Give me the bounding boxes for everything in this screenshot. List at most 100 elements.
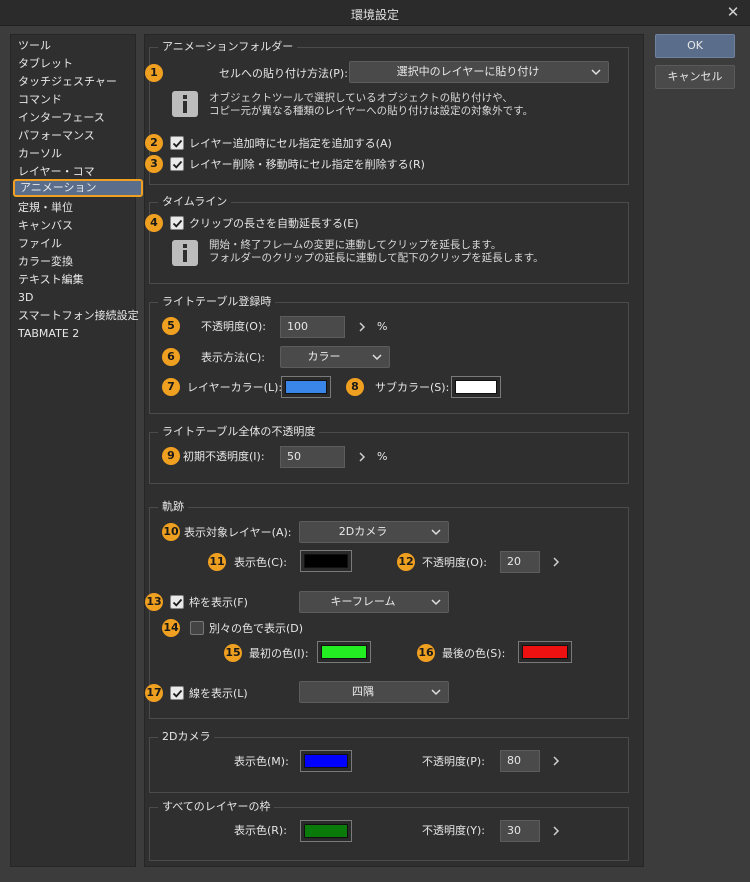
- sidebar-item-color-conversion[interactable]: カラー変換: [11, 253, 135, 271]
- trajectory-opacity-input[interactable]: 20: [500, 551, 540, 573]
- sidebar-item-text-edit[interactable]: テキスト編集: [11, 271, 135, 289]
- all-frame-color-label: 表示色(R):: [234, 824, 287, 837]
- initial-opacity-input[interactable]: 50: [280, 446, 345, 468]
- layer-color-swatch[interactable]: [281, 376, 331, 398]
- badge-1: 1: [145, 64, 163, 82]
- auto-extend-checkbox[interactable]: [170, 216, 184, 230]
- sidebar-item-tablet[interactable]: タブレット: [11, 55, 135, 73]
- target-layer-select[interactable]: 2Dカメラ: [299, 521, 449, 543]
- group-title-2d-camera: 2Dカメラ: [158, 730, 215, 744]
- separate-color-checkbox[interactable]: [190, 621, 204, 635]
- settings-panel: アニメーションフォルダー 1 セルへの貼り付け方法(P): 選択中のレイヤーに貼…: [144, 34, 644, 867]
- timeline-info-line2: フォルダーのクリップの延長に連動して配下のクリップを延長します。: [209, 252, 544, 264]
- category-list: ツール タブレット タッチジェスチャー コマンド インターフェース パフォーマン…: [10, 34, 143, 867]
- display-method-label: 表示方法(C):: [201, 351, 265, 364]
- sidebar-item-cursor[interactable]: カーソル: [11, 145, 135, 163]
- check-icon: [172, 598, 183, 607]
- first-color-fill: [321, 645, 367, 659]
- group-title-light-table: ライトテーブル登録時: [158, 295, 276, 309]
- sidebar-item-performance[interactable]: パフォーマンス: [11, 127, 135, 145]
- all-frame-color-fill: [304, 824, 348, 838]
- close-icon[interactable]: ✕: [724, 3, 742, 21]
- chevron-down-icon: [591, 69, 601, 76]
- badge-17: 17: [145, 684, 163, 702]
- last-color-fill: [522, 645, 568, 659]
- chevron-right-icon[interactable]: [357, 451, 367, 463]
- first-color-swatch[interactable]: [317, 641, 371, 663]
- group-title-light-table-all: ライトテーブル全体の不透明度: [158, 425, 320, 439]
- chevron-right-icon[interactable]: [357, 321, 367, 333]
- badge-12: 12: [397, 553, 415, 571]
- sidebar-item-touch-gesture[interactable]: タッチジェスチャー: [11, 73, 135, 91]
- chevron-down-icon: [431, 529, 441, 536]
- chevron-down-icon: [431, 689, 441, 696]
- chevron-down-icon: [431, 599, 441, 606]
- camera-color-swatch[interactable]: [300, 750, 352, 772]
- add-cell-checkbox[interactable]: [170, 136, 184, 150]
- initial-opacity-unit: %: [377, 450, 388, 463]
- camera-opacity-input[interactable]: 80: [500, 750, 540, 772]
- badge-5: 5: [162, 317, 180, 335]
- check-icon: [172, 219, 183, 228]
- info-text-line1: オブジェクトツールで選択しているオブジェクトの貼り付けや、: [209, 92, 513, 104]
- sidebar-item-command[interactable]: コマンド: [11, 91, 135, 109]
- chevron-right-icon[interactable]: [551, 825, 561, 837]
- check-icon: [172, 689, 183, 698]
- opacity-input[interactable]: 100: [280, 316, 345, 338]
- chevron-right-icon[interactable]: [551, 755, 561, 767]
- target-layer-label: 表示対象レイヤー(A):: [184, 526, 292, 539]
- badge-16: 16: [417, 644, 435, 662]
- opacity-label: 不透明度(O):: [201, 320, 266, 333]
- sidebar-item-canvas[interactable]: キャンバス: [11, 217, 135, 235]
- trajectory-color-label: 表示色(C):: [234, 556, 287, 569]
- sub-color-label: サブカラー(S):: [375, 381, 450, 394]
- camera-color-label: 表示色(M):: [234, 755, 289, 768]
- badge-14: 14: [162, 619, 180, 637]
- display-method-select[interactable]: カラー: [280, 346, 390, 368]
- sidebar-item-interface[interactable]: インターフェース: [11, 109, 135, 127]
- sub-color-fill: [455, 380, 497, 394]
- sidebar-item-animation[interactable]: アニメーション: [13, 179, 143, 197]
- paste-method-select[interactable]: 選択中のレイヤーに貼り付け: [349, 61, 609, 83]
- badge-7: 7: [162, 378, 180, 396]
- group-title-trajectory: 軌跡: [158, 500, 188, 514]
- sidebar-item-ruler-unit[interactable]: 定規・単位: [11, 199, 135, 217]
- group-title-animation-folder: アニメーションフォルダー: [158, 40, 298, 54]
- sidebar-item-smartphone[interactable]: スマートフォン接続設定: [11, 307, 139, 325]
- delete-cell-checkbox[interactable]: [170, 157, 184, 171]
- cancel-button[interactable]: キャンセル: [655, 65, 735, 89]
- add-cell-label: レイヤー追加時にセル指定を追加する(A): [189, 137, 392, 150]
- delete-cell-label: レイヤー削除・移動時にセル指定を削除する(R): [189, 158, 425, 171]
- sidebar-item-tool[interactable]: ツール: [11, 37, 135, 55]
- line-select[interactable]: 四隅: [299, 681, 449, 703]
- frame-checkbox[interactable]: [170, 595, 184, 609]
- sub-color-swatch[interactable]: [451, 376, 501, 398]
- chevron-down-icon: [372, 354, 382, 361]
- all-frame-opacity-input[interactable]: 30: [500, 820, 540, 842]
- sidebar-item-file[interactable]: ファイル: [11, 235, 135, 253]
- all-frame-color-swatch[interactable]: [300, 820, 352, 842]
- trajectory-color-swatch[interactable]: [300, 550, 352, 572]
- badge-4: 4: [145, 214, 163, 232]
- last-color-swatch[interactable]: [518, 641, 572, 663]
- display-method-value: カラー: [307, 350, 341, 363]
- info-icon: [172, 91, 198, 117]
- info-icon: [172, 240, 198, 266]
- frame-select[interactable]: キーフレーム: [299, 591, 449, 613]
- paste-method-value: 選択中のレイヤーに貼り付け: [396, 65, 540, 78]
- paste-method-label: セルへの貼り付け方法(P):: [219, 67, 348, 80]
- ok-button[interactable]: OK: [655, 34, 735, 58]
- line-value: 四隅: [352, 685, 374, 698]
- sidebar-item-3d[interactable]: 3D: [11, 289, 135, 307]
- line-checkbox[interactable]: [170, 686, 184, 700]
- chevron-right-icon[interactable]: [551, 556, 561, 568]
- badge-2: 2: [145, 134, 163, 152]
- sidebar-item-tabmate[interactable]: TABMATE 2: [11, 325, 135, 343]
- badge-13: 13: [145, 593, 163, 611]
- info-text-line2: コピー元が異なる種類のレイヤーへの貼り付けは設定の対象外です。: [209, 105, 534, 117]
- timeline-info-line1: 開始・終了フレームの変更に連動してクリップを延長します。: [209, 239, 502, 251]
- badge-6: 6: [162, 348, 180, 366]
- all-frame-opacity-label: 不透明度(Y):: [422, 824, 486, 837]
- opacity-unit: %: [377, 320, 388, 333]
- frame-label: 枠を表示(F): [189, 596, 248, 609]
